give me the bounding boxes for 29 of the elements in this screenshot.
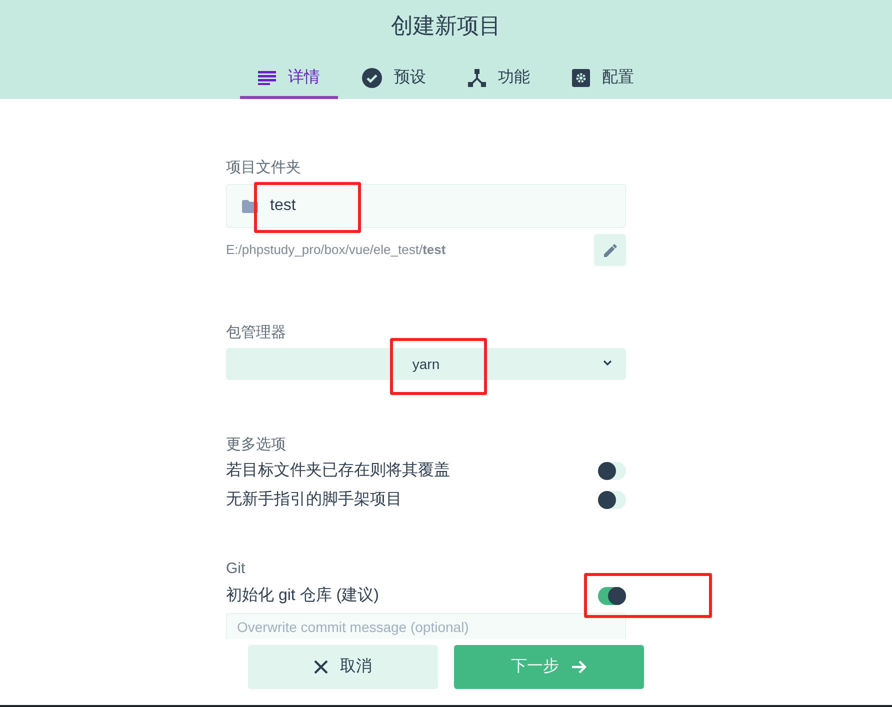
- tab[interactable]: 功能: [450, 60, 548, 99]
- toggle-switch[interactable]: [598, 462, 626, 480]
- tab[interactable]: 详情: [240, 60, 338, 99]
- option-label: 无新手指引的脚手架项目: [226, 490, 402, 510]
- package-manager-select[interactable]: yarn: [226, 348, 626, 380]
- chevron-down-icon: [603, 360, 612, 366]
- page-title: 创建新项目: [391, 12, 501, 40]
- gear-icon: [572, 69, 590, 87]
- field-label: 包管理器: [226, 323, 287, 343]
- list-icon: [258, 71, 276, 85]
- option-label: 初始化 git 仓库 (建议): [226, 586, 379, 606]
- commit-message-field[interactable]: Overwrite commit message (optional): [226, 613, 626, 639]
- arrow-right-icon: [571, 659, 587, 675]
- folder-field[interactable]: test: [226, 184, 626, 228]
- fork-icon: [468, 69, 486, 87]
- folder-path: E:/phpstudy_pro/box/vue/ele_test/test: [226, 241, 446, 260]
- check-circle-icon: [362, 68, 382, 88]
- tab[interactable]: 预设: [344, 60, 444, 99]
- section-label: Git: [226, 559, 246, 579]
- close-icon: [314, 660, 328, 674]
- section-label: 更多选项: [226, 435, 287, 455]
- toggle-switch[interactable]: [598, 490, 626, 508]
- cancel-button[interactable]: 取消: [248, 645, 438, 689]
- field-label: 项目文件夹: [226, 158, 302, 178]
- pencil-icon: [604, 244, 616, 256]
- option-label: 若目标文件夹已存在则将其覆盖: [226, 460, 450, 480]
- edit-button[interactable]: [594, 234, 626, 266]
- toggle-switch[interactable]: [598, 587, 626, 605]
- tab[interactable]: 配置: [554, 60, 652, 99]
